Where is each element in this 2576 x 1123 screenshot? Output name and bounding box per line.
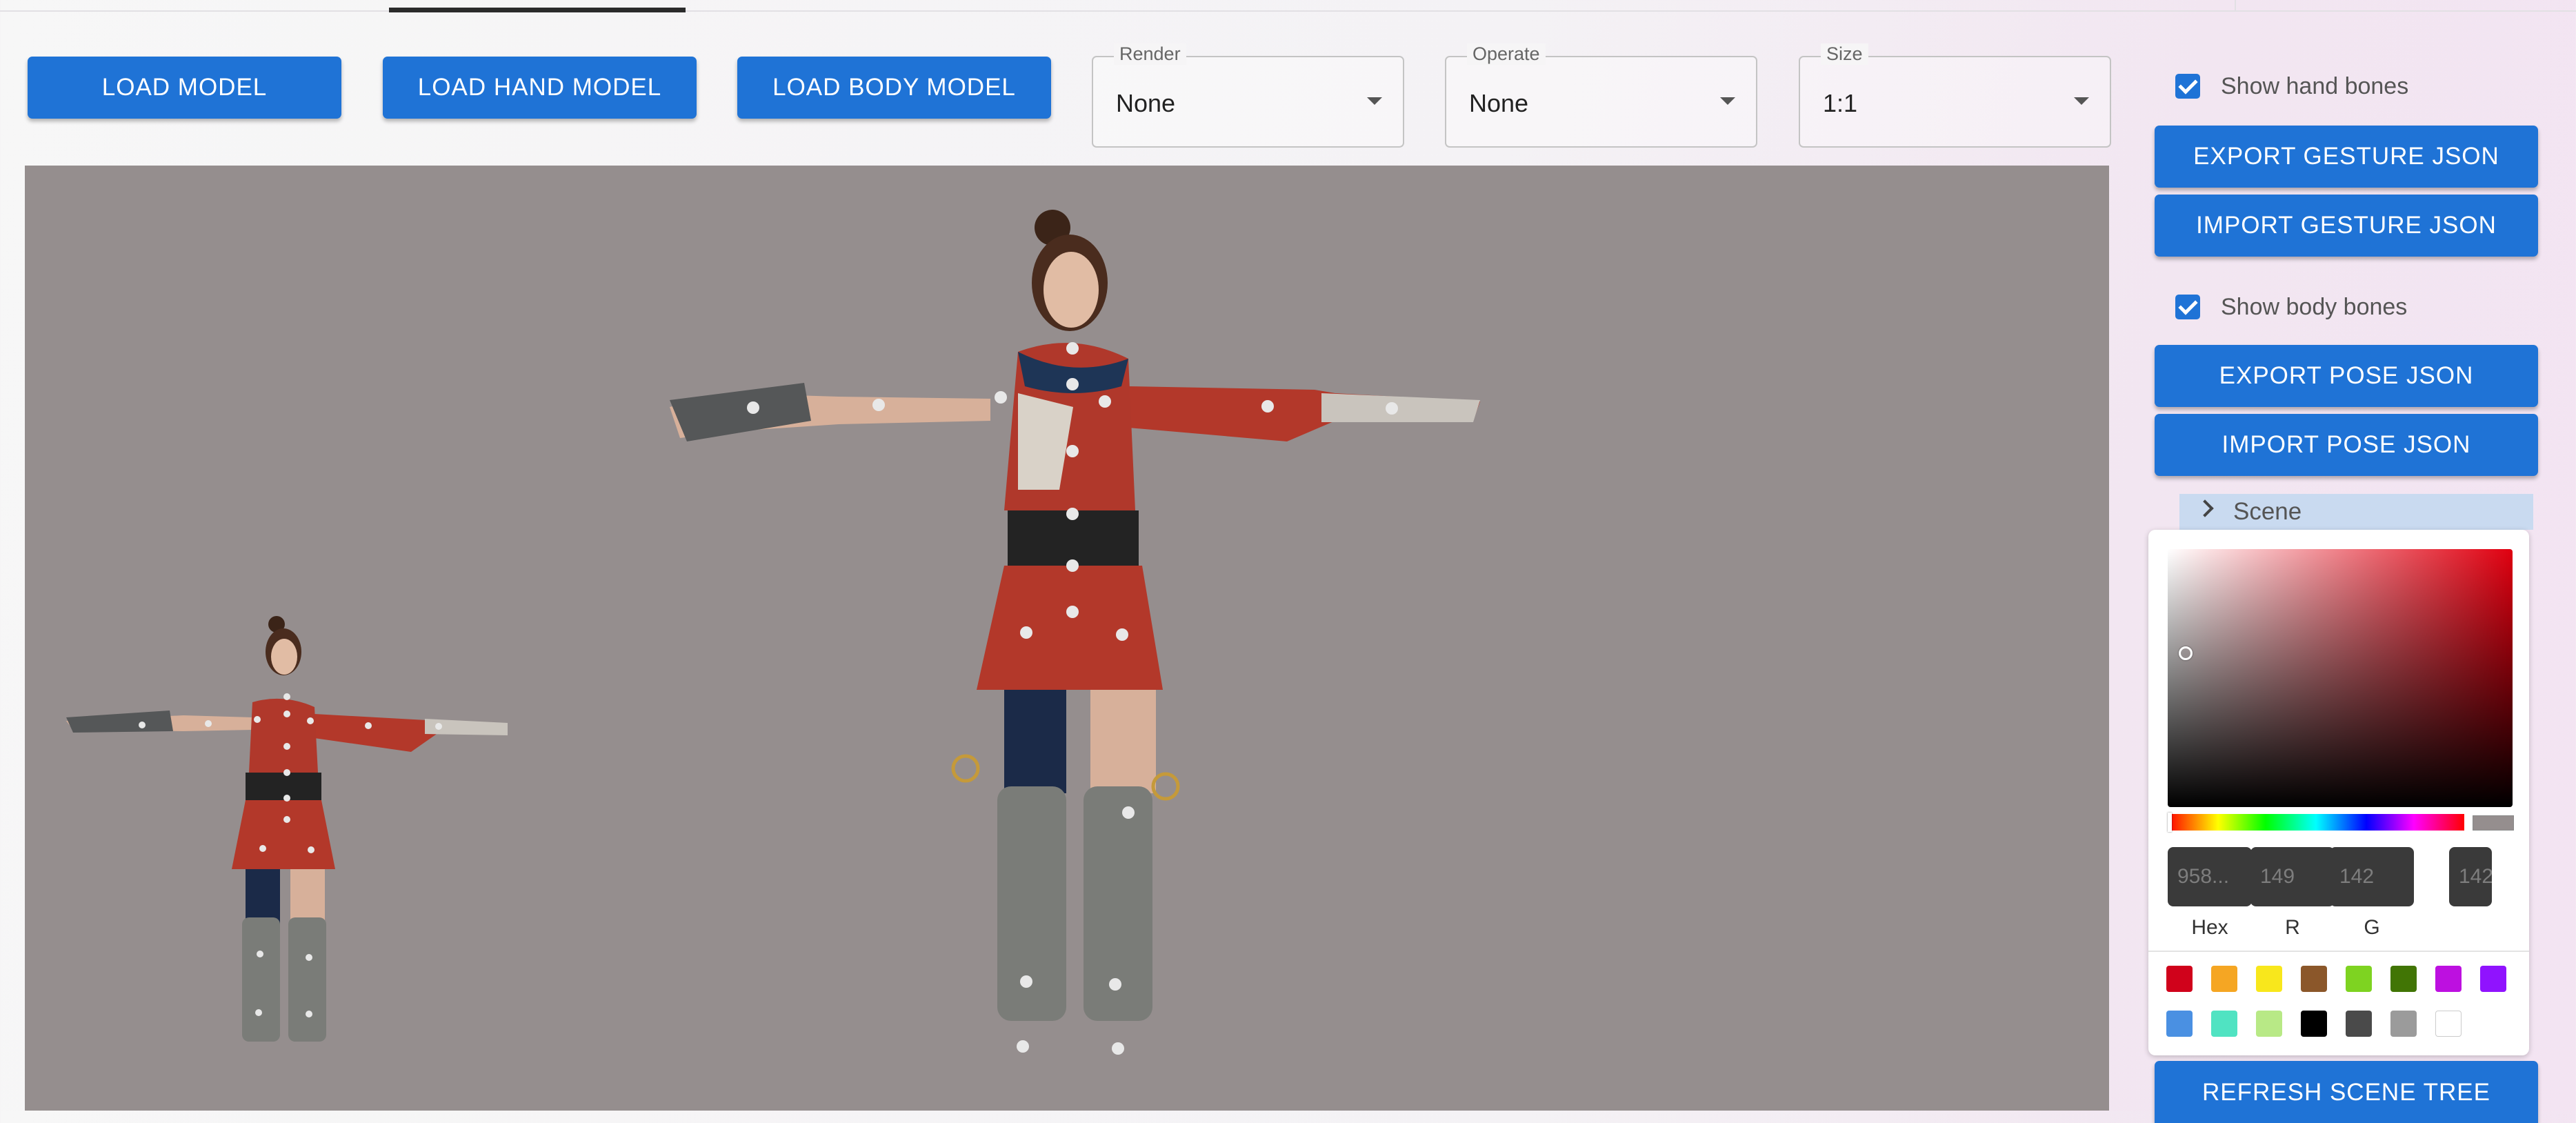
color-swatch[interactable] [2301,1011,2327,1037]
color-swatch[interactable] [2346,966,2372,992]
left-glove [670,383,811,441]
color-swatch[interactable] [2435,966,2462,992]
show-body-bones-label: Show body bones [2221,293,2408,320]
active-tab-indicator [389,8,686,12]
load-body-model-button[interactable]: LOAD BODY MODEL [737,57,1051,119]
g-input[interactable]: 142 [2330,847,2414,906]
hue-handle[interactable] [2168,813,2172,832]
b-input[interactable]: 142 [2449,847,2492,906]
show-hand-bones-checkbox[interactable]: Show hand bones [2175,66,2408,107]
operate-select-label: Operate [1467,43,1546,65]
import-gesture-json-button[interactable]: IMPORT GESTURE JSON [2155,195,2538,257]
chevron-right-icon[interactable] [2196,499,2214,517]
scene-canvas[interactable] [25,166,2109,1111]
render-select[interactable]: Render None [1092,43,1404,148]
color-swatch[interactable] [2256,966,2282,992]
color-swatch[interactable] [2211,966,2237,992]
dropdown-arrow-icon [1720,97,1735,105]
render-select-label: Render [1114,43,1186,65]
refresh-scene-tree-button[interactable]: REFRESH SCENE TREE [2155,1061,2538,1123]
left-boot [997,786,1066,1021]
hex-input[interactable]: 958... [2168,847,2252,906]
dropdown-arrow-icon [1367,97,1382,105]
r-label: R [2285,916,2300,939]
body-bone-markers[interactable] [747,342,1398,1055]
color-swatch[interactable] [2166,966,2193,992]
render-select-value: None [1116,89,1176,117]
current-color-preview [2473,815,2514,831]
operate-select[interactable]: Operate None [1445,43,1757,148]
r-input[interactable]: 149 [2250,847,2335,906]
large-character-model[interactable] [670,210,1480,1055]
color-swatch[interactable] [2166,1011,2193,1037]
color-swatch[interactable] [2480,966,2506,992]
top-tab-strip [0,0,2576,12]
import-pose-json-button[interactable]: IMPORT POSE JSON [2155,414,2538,476]
size-select-value: 1:1 [1823,89,1858,117]
color-swatch[interactable] [2211,1011,2237,1037]
color-swatch[interactable] [2346,1011,2372,1037]
show-hand-bones-label: Show hand bones [2221,72,2409,99]
export-pose-json-button[interactable]: EXPORT POSE JSON [2155,345,2538,407]
load-model-button[interactable]: LOAD MODEL [28,57,341,119]
top-divider [2235,0,2236,12]
scene-label: Scene [2233,498,2302,525]
checkbox-checked-icon[interactable] [2175,295,2200,319]
color-swatch[interactable] [2390,1011,2417,1037]
small-character-model[interactable] [66,616,508,1042]
checkbox-checked-icon[interactable] [2175,74,2200,99]
color-swatch[interactable] [2256,1011,2282,1037]
color-swatch[interactable] [2435,1011,2462,1037]
color-swatch[interactable] [2301,966,2327,992]
skirt [977,566,1163,690]
right-wrap [1321,393,1480,422]
operate-select-value: None [1469,89,1529,117]
swatch-divider [2148,951,2529,952]
dropdown-arrow-icon [2074,97,2089,105]
export-gesture-json-button[interactable]: EXPORT GESTURE JSON [2155,126,2538,188]
hue-slider[interactable] [2168,813,2464,832]
scene-tree-item[interactable]: Scene [2179,494,2533,530]
show-body-bones-checkbox[interactable]: Show body bones [2175,286,2407,328]
g-label: G [2364,916,2380,939]
color-swatch[interactable] [2390,966,2417,992]
hex-label: Hex [2191,916,2228,939]
load-hand-model-button[interactable]: LOAD HAND MODEL [383,57,697,119]
saturation-handle[interactable] [2179,646,2193,660]
size-select[interactable]: Size 1:1 [1799,43,2111,148]
size-select-label: Size [1821,43,1868,65]
color-picker[interactable]: 958... 149 142 142 Hex R G [2148,530,2529,1055]
saturation-area[interactable] [2168,549,2513,807]
3d-viewport[interactable] [25,166,2109,1111]
head [1044,252,1099,328]
